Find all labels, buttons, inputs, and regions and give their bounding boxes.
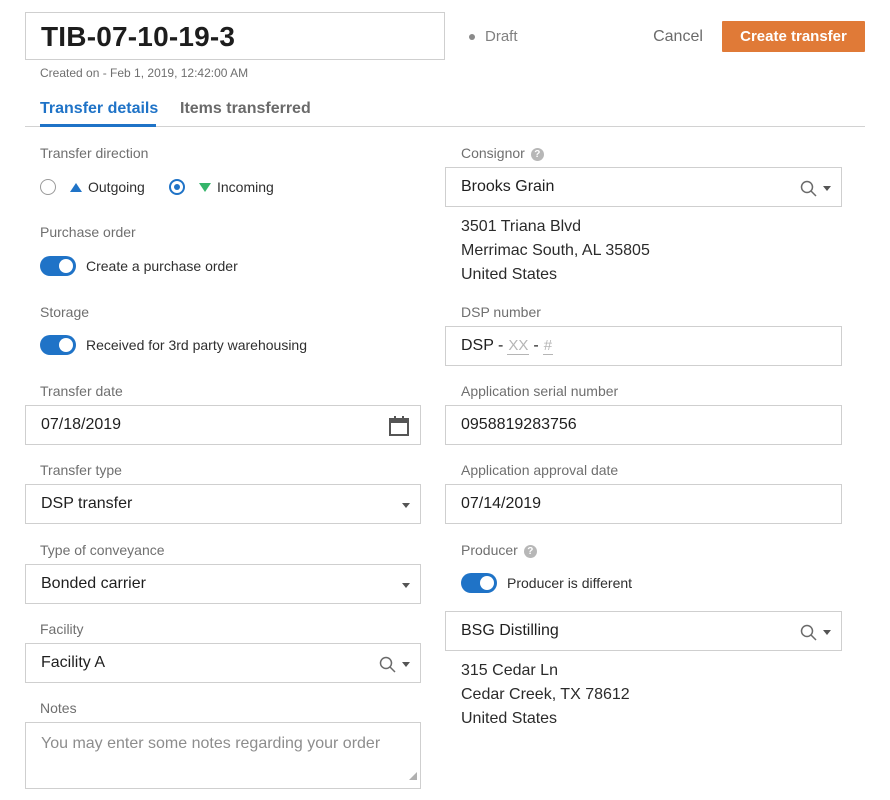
arrow-up-icon xyxy=(70,182,82,192)
consignor-select[interactable]: Brooks Grain xyxy=(445,167,842,207)
dsp-part1-input[interactable]: XX xyxy=(507,337,530,355)
address-line: Cedar Creek, TX 78612 xyxy=(461,686,630,703)
producer-label-text: Producer xyxy=(461,542,518,558)
dsp-separator: - xyxy=(533,337,539,354)
storage-toggle-row: Received for 3rd party warehousing xyxy=(40,335,307,355)
radio-incoming[interactable]: Incoming xyxy=(169,179,274,195)
producer-label: Producer? xyxy=(461,542,537,558)
arrow-down-icon xyxy=(199,182,211,192)
dsp-prefix: DSP - xyxy=(461,337,504,354)
producer-toggle-row: Producer is different xyxy=(461,573,632,593)
resize-handle-icon[interactable] xyxy=(409,767,417,785)
tab-items-transferred[interactable]: Items transferred xyxy=(180,100,311,118)
purchase-order-toggle[interactable] xyxy=(40,256,76,276)
transfer-type-label: Transfer type xyxy=(40,462,122,478)
approval-date-value: 07/14/2019 xyxy=(461,495,542,512)
producer-value: BSG Distilling xyxy=(461,622,559,639)
producer-select[interactable]: BSG Distilling xyxy=(445,611,842,651)
transfer-date-value: 07/18/2019 xyxy=(41,416,122,433)
purchase-order-toggle-row: Create a purchase order xyxy=(40,256,238,276)
transfer-title[interactable]: TIB-07-10-19-3 xyxy=(41,21,235,53)
serial-number-input[interactable]: 0958819283756 xyxy=(445,405,842,445)
tab-transfer-details[interactable]: Transfer details xyxy=(40,100,158,118)
address-line: 315 Cedar Ln xyxy=(461,662,558,679)
serial-number-value: 0958819283756 xyxy=(461,416,577,433)
radio-incoming-label: Incoming xyxy=(217,179,274,195)
storage-toggle[interactable] xyxy=(40,335,76,355)
facility-label: Facility xyxy=(40,621,84,637)
search-icon xyxy=(800,180,817,197)
serial-number-label: Application serial number xyxy=(461,383,619,399)
search-icon xyxy=(379,656,396,673)
purchase-order-label: Purchase order xyxy=(40,224,136,240)
facility-select[interactable]: Facility A xyxy=(25,643,421,683)
approval-date-label: Application approval date xyxy=(461,462,619,478)
notes-textarea[interactable]: You may enter some notes regarding your … xyxy=(25,722,421,789)
address-line: United States xyxy=(461,266,558,283)
radio-outgoing[interactable]: Outgoing xyxy=(40,179,145,195)
created-timestamp: Created on - Feb 1, 2019, 12:42:00 AM xyxy=(40,66,249,80)
address-line: 3501 Triana Blvd xyxy=(461,218,582,235)
chevron-down-icon xyxy=(402,662,410,667)
conveyance-value: Bonded carrier xyxy=(41,575,146,592)
consignor-address: 3501 Triana Blvd Merrimac South, AL 3580… xyxy=(461,215,650,287)
transfer-date-label: Transfer date xyxy=(40,383,123,399)
facility-value: Facility A xyxy=(41,654,106,671)
producer-toggle-label: Producer is different xyxy=(507,575,633,591)
purchase-order-toggle-label: Create a purchase order xyxy=(86,258,238,274)
consignor-label-text: Consignor xyxy=(461,145,525,161)
consignor-label: Consignor? xyxy=(461,145,544,161)
transfer-type-value: DSP transfer xyxy=(41,495,133,512)
producer-toggle[interactable] xyxy=(461,573,497,593)
create-transfer-button[interactable]: Create transfer xyxy=(722,21,865,52)
radio-outgoing-circle[interactable] xyxy=(40,179,56,195)
search-icon xyxy=(800,624,817,641)
dsp-number-input[interactable]: DSP - XX - # xyxy=(445,326,842,366)
help-icon[interactable]: ? xyxy=(530,148,544,161)
dsp-number-label: DSP number xyxy=(461,304,541,320)
conveyance-select[interactable]: Bonded carrier xyxy=(25,564,421,604)
transfer-type-select[interactable]: DSP transfer xyxy=(25,484,421,524)
notes-placeholder: You may enter some notes regarding your … xyxy=(41,735,381,752)
radio-incoming-circle[interactable] xyxy=(169,179,185,195)
transfer-direction-label: Transfer direction xyxy=(40,145,149,161)
dsp-part2-input[interactable]: # xyxy=(542,337,554,355)
active-tab-indicator xyxy=(40,124,156,127)
approval-date-input[interactable]: 07/14/2019 xyxy=(445,484,842,524)
help-icon[interactable]: ? xyxy=(523,545,537,558)
storage-label: Storage xyxy=(40,304,90,320)
transfer-title-box[interactable]: TIB-07-10-19-3 xyxy=(25,12,445,60)
chevron-down-icon xyxy=(823,630,831,635)
address-line: United States xyxy=(461,710,558,727)
conveyance-label: Type of conveyance xyxy=(40,542,165,558)
producer-address: 315 Cedar Ln Cedar Creek, TX 78612 Unite… xyxy=(461,659,630,731)
status-text: Draft xyxy=(485,28,518,45)
calendar-icon[interactable] xyxy=(388,415,410,442)
chevron-down-icon xyxy=(823,186,831,191)
status-indicator: Draft xyxy=(469,28,518,45)
status-dot-icon xyxy=(469,33,475,40)
radio-outgoing-label: Outgoing xyxy=(88,179,145,195)
address-line: Merrimac South, AL 35805 xyxy=(461,242,650,259)
notes-label: Notes xyxy=(40,700,77,716)
storage-toggle-label: Received for 3rd party warehousing xyxy=(86,337,308,353)
transfer-date-input[interactable]: 07/18/2019 xyxy=(25,405,421,445)
cancel-button[interactable]: Cancel xyxy=(640,22,716,52)
consignor-value: Brooks Grain xyxy=(461,178,555,195)
chevron-down-icon xyxy=(402,583,410,588)
chevron-down-icon xyxy=(402,503,410,508)
